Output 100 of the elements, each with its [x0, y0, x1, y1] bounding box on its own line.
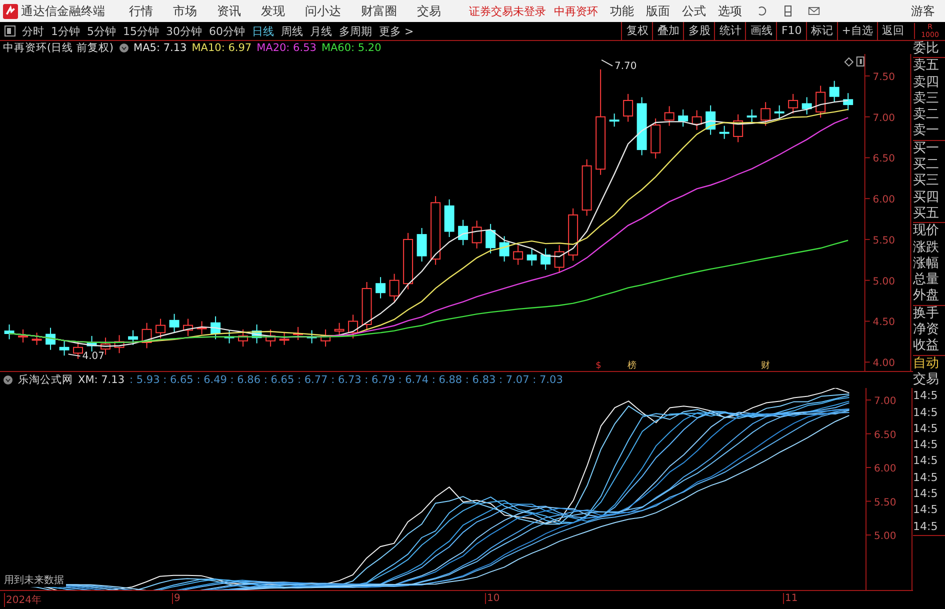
candle: [59, 340, 70, 356]
trade-time: 14:5: [913, 470, 939, 486]
candle: [348, 314, 358, 339]
candle: [650, 118, 661, 160]
tool-button[interactable]: 多股: [683, 22, 714, 40]
menu-item[interactable]: 资讯: [217, 2, 241, 20]
event-marker[interactable]: 财: [761, 361, 770, 372]
period-tab[interactable]: 日线: [252, 24, 274, 38]
login-status: 证券交易未登录: [469, 4, 546, 18]
panel-icon[interactable]: [856, 56, 864, 66]
candle: [389, 273, 400, 302]
candle: [362, 282, 372, 331]
candle: [224, 330, 234, 344]
tool-button[interactable]: 复权: [621, 22, 652, 40]
period-tab[interactable]: 1分钟: [51, 24, 80, 38]
candle: [609, 113, 620, 128]
phone-icon[interactable]: [782, 5, 794, 17]
indicator-axis-label: 7.00: [874, 396, 896, 408]
candle: [252, 324, 262, 344]
refresh-icon[interactable]: [756, 5, 768, 17]
candle: [320, 328, 331, 348]
candle: [4, 324, 14, 340]
tool-button[interactable]: 返回: [877, 22, 908, 40]
stock-name: 中再资环: [554, 4, 598, 18]
candle: [169, 313, 180, 334]
date-axis-label: 2024年: [4, 593, 42, 608]
settings-icon[interactable]: [3, 375, 13, 386]
candle: [238, 328, 248, 348]
price-axis-label: 7.50: [872, 72, 896, 83]
period-tab[interactable]: 60分钟: [209, 24, 245, 38]
tool-button[interactable]: 画线: [745, 22, 776, 40]
quote-label: 卖一: [913, 123, 940, 140]
mail-icon[interactable]: [808, 5, 820, 17]
quote-label: 卖五: [913, 58, 940, 75]
tool-button[interactable]: 标记: [806, 22, 837, 40]
candle: [499, 236, 510, 262]
candle: [416, 228, 427, 262]
candle: [183, 318, 194, 336]
candle: [32, 332, 42, 346]
trade-time: 14:5: [913, 453, 939, 470]
quote-label: 涨幅: [913, 256, 940, 272]
period-tab[interactable]: 5分钟: [87, 24, 116, 38]
candle: [114, 334, 124, 354]
period-tab[interactable]: 月线: [310, 24, 332, 38]
menu-item[interactable]: 选项: [718, 2, 742, 20]
quote-label: 现价: [913, 223, 940, 240]
tool-button[interactable]: 统计: [714, 22, 746, 40]
menu-item[interactable]: 版面: [646, 2, 670, 20]
menu-item[interactable]: 市场: [173, 2, 197, 20]
menu-item[interactable]: 发现: [261, 2, 285, 20]
tool-button[interactable]: 叠加: [652, 22, 684, 40]
menu-item[interactable]: 功能: [610, 2, 634, 20]
tool-button[interactable]: +自选: [836, 22, 877, 40]
settings-icon[interactable]: [118, 42, 129, 52]
quote-label: 净资: [913, 322, 940, 338]
trade-time: 14:5: [913, 420, 939, 437]
quote-label: 总量: [913, 272, 940, 288]
menu-item[interactable]: 财富圈: [361, 2, 397, 20]
mode-label[interactable]: 自动: [913, 356, 945, 372]
date-axis-label: 10: [485, 593, 500, 604]
quote-label: 收益: [913, 338, 940, 355]
low-price-label: 4.07: [82, 351, 104, 362]
diamond-icon[interactable]: [844, 57, 854, 67]
candle: [306, 330, 317, 344]
menu-item[interactable]: 行情: [129, 2, 153, 20]
tool-button[interactable]: F10: [776, 22, 806, 40]
candle: [568, 208, 578, 262]
period-tab[interactable]: 分时: [22, 24, 44, 38]
candle: [444, 198, 454, 238]
period-tab[interactable]: 30分钟: [166, 24, 202, 38]
warning-note: 用到未来数据: [2, 573, 66, 588]
period-tab[interactable]: 周线: [281, 24, 303, 38]
candle: [788, 93, 798, 114]
ma-value: MA10: 6.97: [192, 42, 252, 54]
menu-item[interactable]: 公式: [682, 2, 706, 20]
price-axis-label: 4.50: [872, 317, 896, 328]
period-tab[interactable]: 15分钟: [123, 24, 159, 38]
candle: [733, 114, 744, 143]
candle: [18, 328, 28, 343]
logo-icon: [3, 4, 18, 18]
candle: [816, 85, 826, 118]
candle: [430, 196, 441, 266]
price-axis-label: 5.00: [872, 276, 896, 288]
panel-toggle-icon[interactable]: [4, 25, 16, 37]
candle: [582, 158, 592, 216]
candle: [678, 108, 688, 128]
candle: [128, 330, 138, 346]
event-marker[interactable]: 榜: [628, 361, 636, 372]
event-marker[interactable]: $: [596, 361, 602, 372]
menu-item[interactable]: 问小达: [305, 2, 341, 20]
candle: [513, 244, 524, 266]
quote-label: 买四: [913, 190, 940, 206]
candle: [760, 102, 771, 126]
candle: [266, 328, 276, 348]
period-tab[interactable]: 多周期: [339, 24, 372, 38]
menu-item[interactable]: 交易: [417, 2, 441, 20]
candle: [458, 219, 468, 246]
period-tab[interactable]: 更多 >: [379, 24, 414, 38]
candle: [196, 320, 207, 335]
user-label[interactable]: 游客: [911, 2, 935, 20]
